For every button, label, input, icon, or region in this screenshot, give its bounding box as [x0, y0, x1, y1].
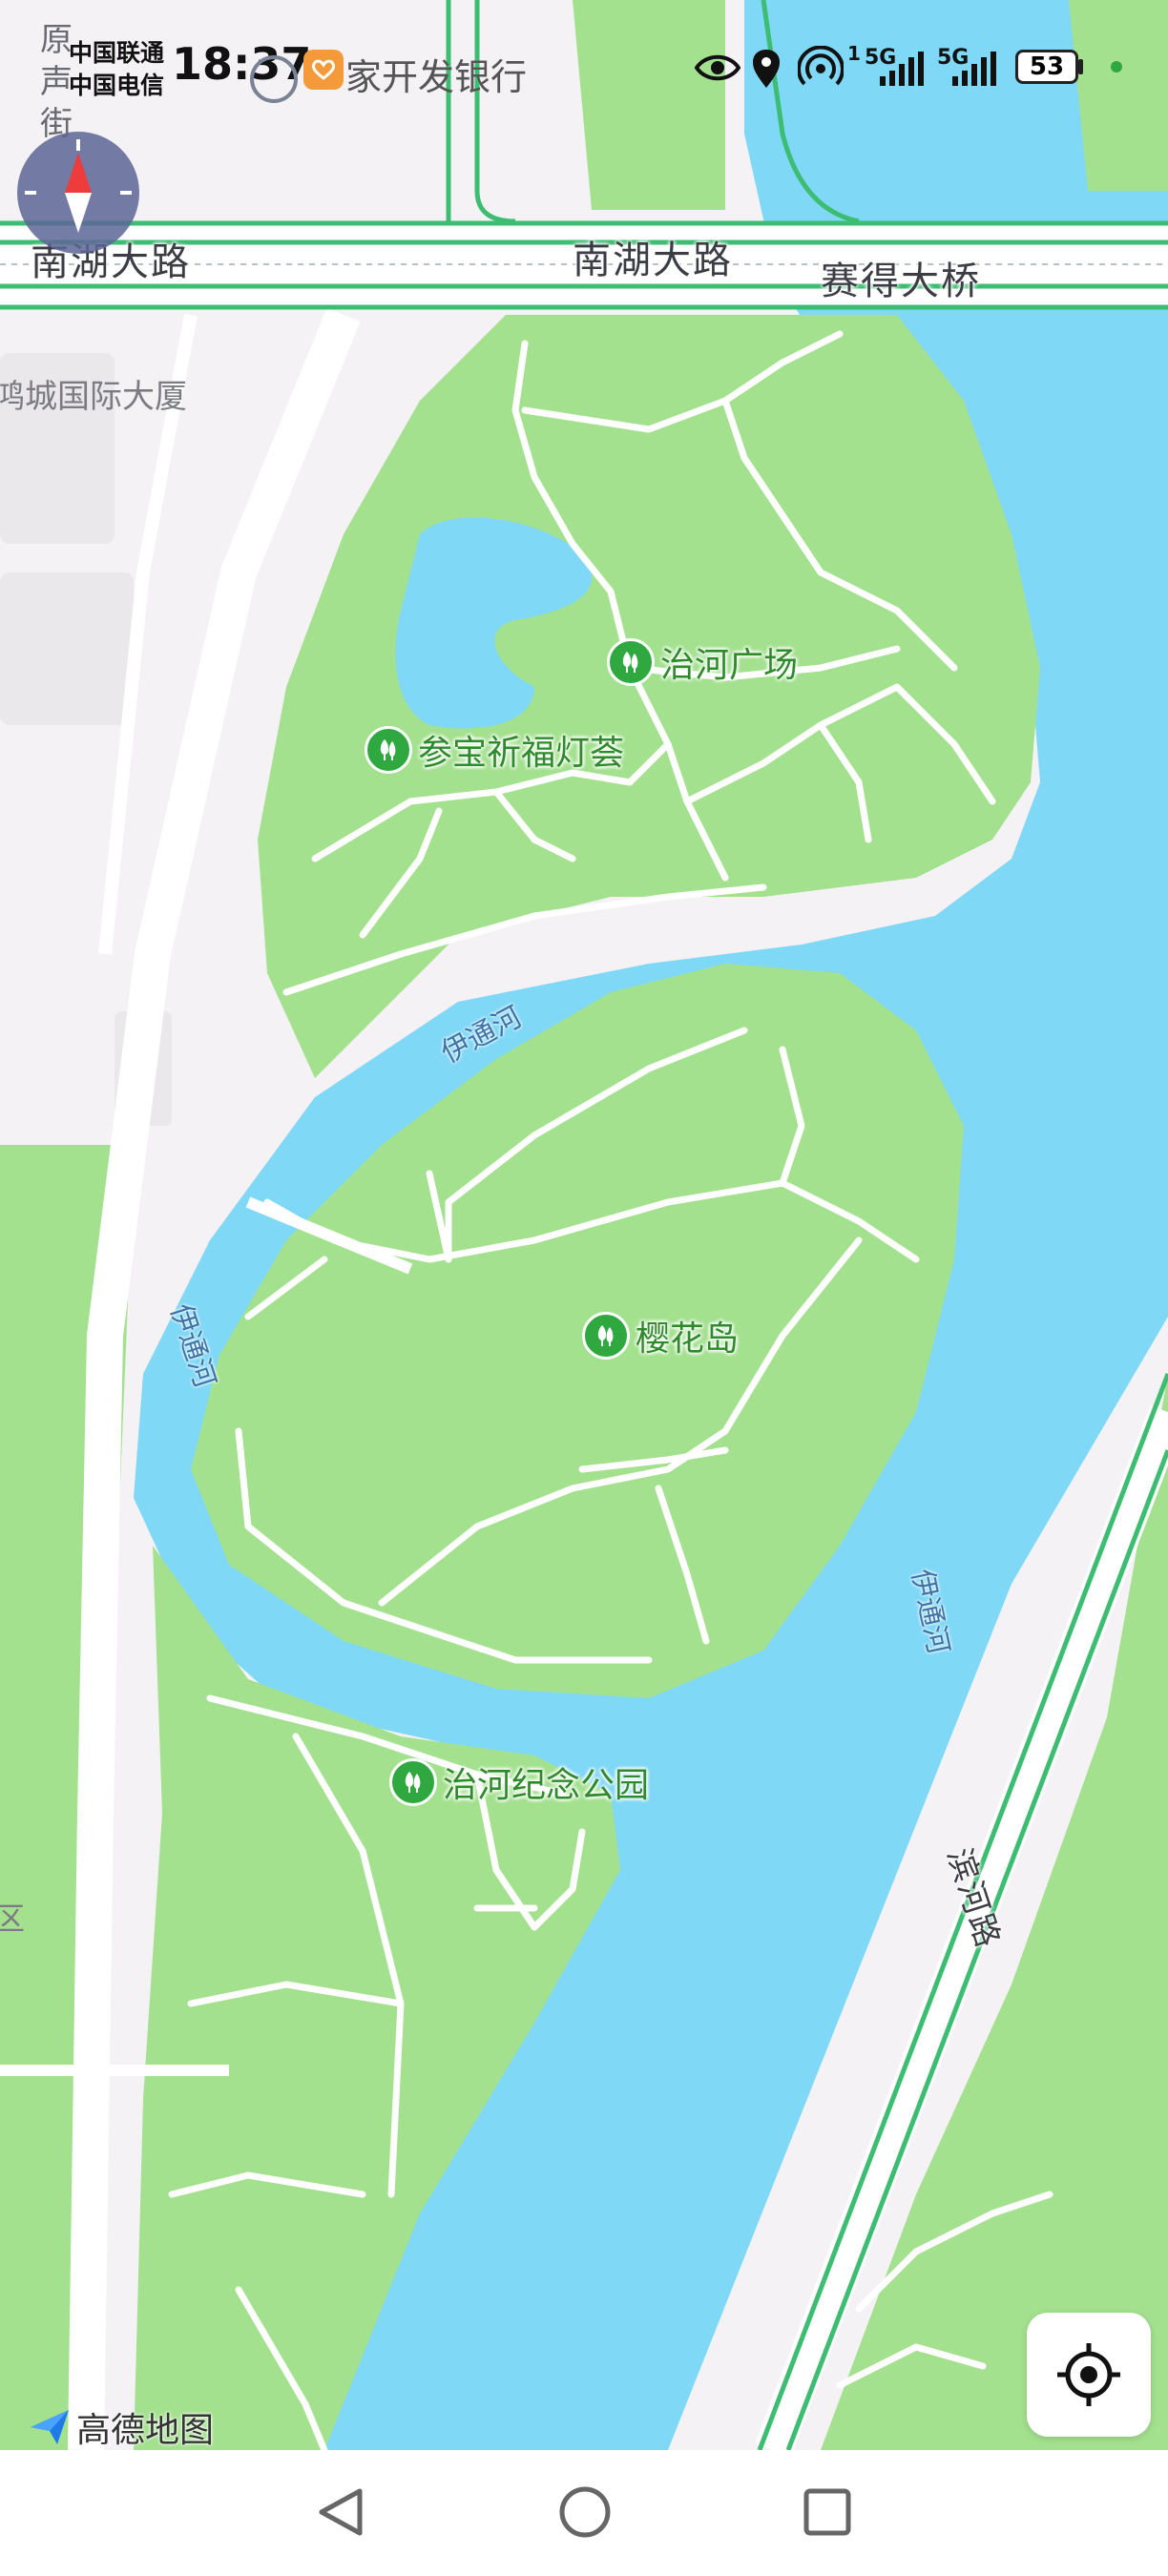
poi-zhihe-square[interactable]: 治河广场 — [607, 637, 798, 687]
hotspot-icon — [797, 45, 845, 93]
carrier-2: 中国电信 — [69, 72, 165, 99]
poi-memorial-park[interactable]: 治河纪念公园 — [389, 1757, 649, 1807]
battery-tip — [1078, 59, 1083, 74]
status-bar: 中国联通 中国电信 18:37 家开发银行 1 5G 5G 53 — [0, 0, 1168, 134]
map-canvas[interactable] — [0, 0, 1168, 2450]
park-icon — [607, 638, 655, 686]
park-icon — [582, 1312, 630, 1360]
locate-icon — [1057, 2343, 1120, 2406]
amap-arrow-icon — [31, 2410, 69, 2444]
eye-icon — [694, 52, 741, 88]
recents-button[interactable] — [794, 2479, 861, 2545]
compass-icon — [25, 139, 132, 233]
poi-name: 樱花岛 — [636, 1319, 740, 1359]
road-label-nanhu-center: 南湖大路 — [573, 239, 733, 282]
sim-number: 1 — [847, 42, 861, 65]
home-circle-icon — [559, 2486, 611, 2538]
status-dot — [1111, 61, 1122, 73]
compass-button[interactable] — [17, 132, 139, 254]
back-triangle-icon — [319, 2488, 363, 2536]
locate-me-button[interactable] — [1027, 2313, 1151, 2437]
notification-circle-icon — [250, 55, 298, 103]
place-label-hecheng: 鸿城国际大厦 — [0, 378, 187, 416]
signal-icon — [878, 52, 926, 92]
poi-name: 参宝祈福灯荟 — [418, 734, 625, 773]
poi-canbao-lantern[interactable]: 参宝祈福灯荟 — [365, 725, 624, 775]
signal-icon-2 — [950, 52, 998, 92]
back-button[interactable] — [307, 2479, 374, 2545]
park-icon — [365, 726, 412, 774]
poi-name: 治河广场 — [660, 646, 799, 685]
battery-indicator: 53 — [1015, 50, 1078, 84]
park-icon — [389, 1758, 437, 1806]
poi-cherry-island[interactable]: 樱花岛 — [582, 1311, 739, 1361]
home-button[interactable] — [552, 2479, 618, 2545]
place-label-district: 区 — [0, 1901, 26, 1937]
carrier-1: 中国联通 — [69, 39, 165, 67]
logo-text: 高德地图 — [76, 2411, 215, 2450]
recents-square-icon — [803, 2488, 851, 2536]
poi-name: 治河纪念公园 — [443, 1766, 650, 1805]
notification-text: 家开发银行 — [345, 56, 528, 98]
location-icon — [750, 48, 782, 93]
app-heart-icon — [303, 50, 344, 90]
system-nav-bar — [0, 2450, 1168, 2576]
amap-logo: 高德地图 — [29, 2402, 214, 2452]
road-label-saide-bridge: 赛得大桥 — [821, 260, 981, 303]
